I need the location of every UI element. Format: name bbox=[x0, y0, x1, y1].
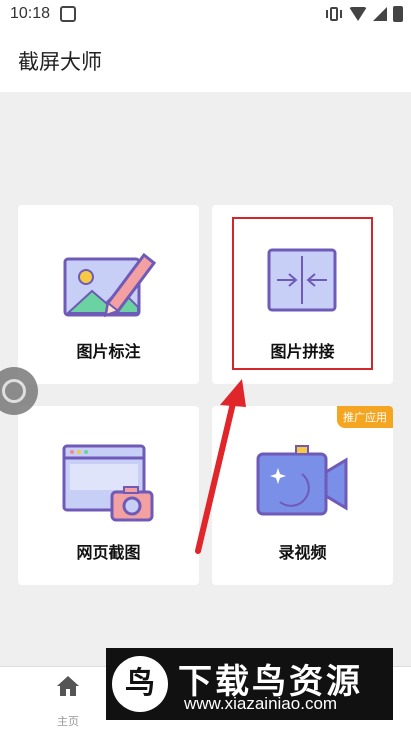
watermark-logo: 鸟 bbox=[112, 656, 168, 712]
home-icon bbox=[57, 676, 79, 696]
nav-home-tab[interactable]: 主页 bbox=[50, 675, 86, 729]
page-title: 截屏大师 bbox=[18, 50, 102, 74]
nav-home-label: 主页 bbox=[57, 715, 79, 728]
notification-app-icon bbox=[60, 6, 76, 22]
status-bar: 10:18 bbox=[0, 0, 411, 30]
card-image-stitch[interactable]: 图片拼接 bbox=[212, 205, 393, 384]
record-video-icon bbox=[256, 445, 348, 516]
image-annotate-icon bbox=[63, 252, 156, 318]
watermark-banner: 鸟 下载鸟资源 www.xiazainiao.com bbox=[106, 648, 393, 720]
app-header: 截屏大师 bbox=[0, 30, 411, 92]
battery-icon bbox=[393, 6, 403, 22]
signal-icon bbox=[373, 7, 387, 21]
wifi-icon bbox=[349, 7, 367, 21]
card-label: 图片拼接 bbox=[270, 342, 335, 361]
card-label: 图片标注 bbox=[76, 342, 141, 361]
status-time: 10:18 bbox=[10, 5, 51, 22]
vibrate-icon bbox=[325, 7, 343, 21]
shutter-icon bbox=[2, 379, 26, 403]
card-label: 网页截图 bbox=[76, 543, 141, 562]
card-image-annotate[interactable]: 图片标注 bbox=[18, 205, 199, 384]
promo-badge: 推广应用 bbox=[337, 406, 393, 428]
annotation-arrow bbox=[195, 379, 246, 554]
image-stitch-icon bbox=[267, 248, 337, 312]
status-icons bbox=[325, 6, 403, 22]
webpage-screenshot-icon bbox=[62, 444, 154, 522]
card-webpage-screenshot[interactable]: 网页截图 bbox=[18, 406, 199, 585]
watermark-url: www.xiazainiao.com bbox=[184, 694, 338, 713]
